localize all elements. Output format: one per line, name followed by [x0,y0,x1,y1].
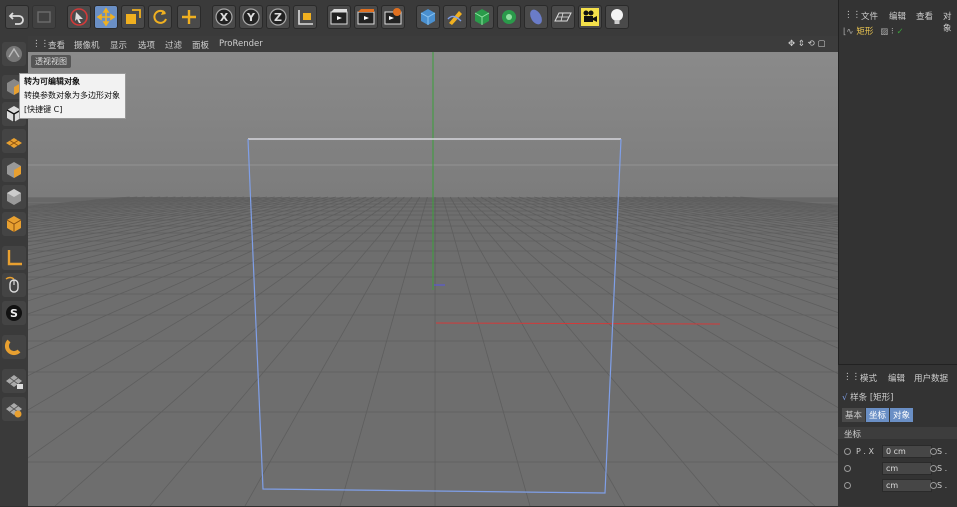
om-menu-view[interactable]: 查看 [916,10,933,22]
viewport-menu-icon[interactable]: ⋮⋮ [32,39,49,49]
render-view-icon[interactable] [327,5,351,29]
x-axis-icon[interactable]: X [212,5,236,29]
menu-filter[interactable]: 过滤 [165,39,182,51]
spline-icon: ⌊∿ [843,27,854,37]
menu-options[interactable]: 选项 [138,39,155,51]
svg-text:Y: Y [246,11,256,24]
om-menu-edit[interactable]: 编辑 [889,10,906,22]
coord-row-pz: cm S . [844,479,957,493]
position-x-field[interactable]: 0 cm [882,445,932,458]
tooltip-description: 转换参数对象为多边形对象 [24,91,120,100]
attribute-manager: ⋮⋮ 模式 编辑 用户数据 √ 样条 [矩形] 基本 坐标 对象 坐标 P . X … [838,364,957,507]
rotate-icon[interactable] [148,5,172,29]
cloner-icon[interactable] [497,5,521,29]
panel-grip-icon[interactable]: ⋮⋮ [844,10,861,20]
svg-text:S: S [10,307,18,320]
coordinate-system-icon[interactable] [293,5,317,29]
coord-section-header: 坐标 [838,427,957,440]
workplane-lock-icon[interactable] [2,369,26,393]
attribute-manager-menu: ⋮⋮ 模式 编辑 用户数据 [838,370,957,384]
attribute-title: √ 样条 [矩形] [842,393,894,403]
svg-text:Z: Z [274,11,282,24]
check-icon[interactable]: ✓ [897,27,904,37]
viewport-menu-bar: ⋮⋮ 查看 摄像机 显示 选项 过滤 面板 ProRender ✥ ⇕ ⟲ ▢ [28,36,838,53]
main-toolbar: X Y Z [0,0,838,37]
position-y-field[interactable]: cm [882,462,932,475]
subdivision-icon[interactable] [470,5,494,29]
am-menu-userdata[interactable]: 用户数据 [914,372,948,384]
camera-icon[interactable] [578,5,602,29]
workplane-icon[interactable] [2,397,26,421]
render-settings-icon[interactable] [381,5,405,29]
viewport-scene [28,52,838,506]
object-name[interactable]: 矩形 [856,27,873,37]
snap-icon[interactable]: S [2,301,26,325]
pen-icon[interactable] [443,5,467,29]
floor-icon[interactable] [551,5,575,29]
menu-panel[interactable]: 面板 [192,39,209,51]
am-menu-mode[interactable]: 模式 [860,372,877,384]
y-axis-icon[interactable]: Y [239,5,263,29]
position-z-field[interactable]: cm [882,479,932,492]
viewport-nav-icons[interactable]: ✥ ⇕ ⟲ ▢ [788,39,826,49]
attribute-tabs: 基本 坐标 对象 [842,408,914,422]
render-picture-viewer-icon[interactable] [354,5,378,29]
object-manager-menu: ⋮⋮ 文件 编辑 查看 对象 [839,8,957,34]
tweak-mode-icon[interactable] [2,273,26,297]
light-icon[interactable] [605,5,629,29]
tooltip-title: 转为可编辑对象 [24,77,80,86]
move-icon[interactable] [94,5,118,29]
scale-icon[interactable] [121,5,145,29]
attr-grip-icon[interactable]: ⋮⋮ [843,372,860,382]
spline-type-icon: √ [842,393,848,403]
menu-display[interactable]: 显示 [110,39,127,51]
tab-object[interactable]: 对象 [890,408,914,422]
deformer-icon[interactable] [524,5,548,29]
make-editable-icon[interactable] [2,42,26,66]
keyframe-dot[interactable] [844,448,851,455]
keyframe-dot[interactable] [930,482,937,489]
keyframe-dot[interactable] [930,448,937,455]
polygon-select-icon[interactable] [2,212,26,236]
viewport-label: 透视视图 [31,55,71,68]
undo-icon[interactable] [5,5,29,29]
menu-view[interactable]: 查看 [48,39,65,51]
am-menu-edit[interactable]: 编辑 [888,372,905,384]
live-selection-icon[interactable] [67,5,91,29]
cube-icon[interactable] [416,5,440,29]
visibility-dots-icon[interactable]: ▨ ⁝ [880,27,893,37]
keyframe-dot[interactable] [844,465,851,472]
redo-icon[interactable] [32,5,56,29]
menu-cameras[interactable]: 摄像机 [74,39,100,51]
coord-row-py: cm S . [844,462,957,476]
tooltip-shortcut: [快捷键 C] [24,105,63,114]
points-mode-icon[interactable] [2,129,26,153]
tab-basic[interactable]: 基本 [842,408,866,422]
om-menu-file[interactable]: 文件 [861,10,878,22]
magnet-icon[interactable] [2,335,26,359]
object-row-rectangle[interactable]: ⌊∿ 矩形 ▨ ⁝ ✓ [843,25,955,39]
perspective-viewport[interactable] [28,52,838,506]
keyframe-dot[interactable] [930,465,937,472]
z-axis-icon[interactable]: Z [266,5,290,29]
menu-prorender[interactable]: ProRender [219,39,263,49]
polygons-mode-icon[interactable] [2,185,26,209]
coord-row-px: P . X 0 cm S . [844,445,957,459]
tab-coord[interactable]: 坐标 [866,408,890,422]
edges-mode-icon[interactable] [2,158,26,182]
add-icon[interactable] [177,5,201,29]
keyframe-dot[interactable] [844,482,851,489]
axis-mode-icon[interactable] [2,246,26,270]
tooltip: 转为可编辑对象 转换参数对象为多边形对象 [快捷键 C] [19,73,126,119]
svg-text:X: X [220,11,229,24]
